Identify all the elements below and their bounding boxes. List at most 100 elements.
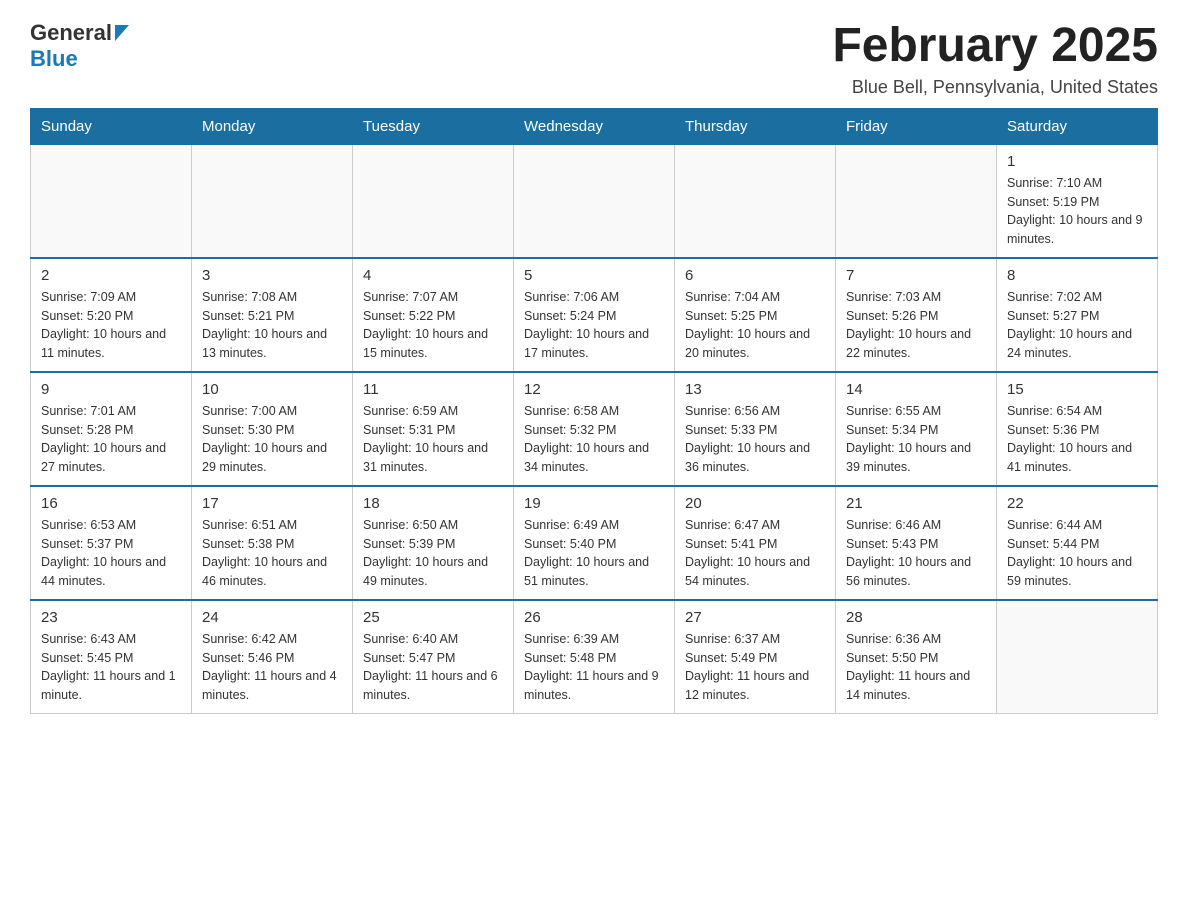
logo-blue-text: Blue [30, 46, 78, 72]
day-number: 25 [363, 609, 503, 626]
calendar-cell: 7 Sunrise: 7:03 AMSunset: 5:26 PMDaylight… [836, 258, 997, 372]
location-text: Blue Bell, Pennsylvania, United States [832, 77, 1158, 98]
day-info: Sunrise: 6:58 AMSunset: 5:32 PMDaylight:… [524, 402, 664, 477]
calendar-cell: 23 Sunrise: 6:43 AMSunset: 5:45 PMDayligh… [31, 600, 192, 714]
calendar-cell: 8 Sunrise: 7:02 AMSunset: 5:27 PMDaylight… [997, 258, 1158, 372]
day-number: 14 [846, 381, 986, 398]
weekday-header-row: SundayMondayTuesdayWednesdayThursdayFrid… [31, 109, 1158, 144]
calendar-week-row: 23 Sunrise: 6:43 AMSunset: 5:45 PMDayligh… [31, 600, 1158, 714]
day-info: Sunrise: 6:55 AMSunset: 5:34 PMDaylight:… [846, 402, 986, 477]
calendar-week-row: 9Sunrise: 7:01 AMSunset: 5:28 PMDaylight… [31, 372, 1158, 486]
calendar-cell: 15Sunrise: 6:54 AMSunset: 5:36 PMDayligh… [997, 372, 1158, 486]
calendar-cell: 24 Sunrise: 6:42 AMSunset: 5:46 PMDayligh… [192, 600, 353, 714]
weekday-header-tuesday: Tuesday [353, 109, 514, 144]
day-number: 4 [363, 267, 503, 284]
day-info: Sunrise: 7:08 AMSunset: 5:21 PMDaylight:… [202, 288, 342, 363]
calendar-cell [514, 144, 675, 258]
weekday-header-wednesday: Wednesday [514, 109, 675, 144]
calendar-cell: 2 Sunrise: 7:09 AMSunset: 5:20 PMDaylight… [31, 258, 192, 372]
day-number: 24 [202, 609, 342, 626]
day-number: 10 [202, 381, 342, 398]
day-info: Sunrise: 7:04 AMSunset: 5:25 PMDaylight:… [685, 288, 825, 363]
calendar-cell: 16Sunrise: 6:53 AMSunset: 5:37 PMDayligh… [31, 486, 192, 600]
weekday-header-monday: Monday [192, 109, 353, 144]
calendar-cell: 6 Sunrise: 7:04 AMSunset: 5:25 PMDaylight… [675, 258, 836, 372]
day-number: 8 [1007, 267, 1147, 284]
calendar-cell: 27 Sunrise: 6:37 AMSunset: 5:49 PMDayligh… [675, 600, 836, 714]
day-info: Sunrise: 7:03 AMSunset: 5:26 PMDaylight:… [846, 288, 986, 363]
day-number: 2 [41, 267, 181, 284]
day-info: Sunrise: 6:59 AMSunset: 5:31 PMDaylight:… [363, 402, 503, 477]
day-number: 17 [202, 495, 342, 512]
day-info: Sunrise: 7:10 AMSunset: 5:19 PMDaylight:… [1007, 174, 1147, 249]
weekday-header-thursday: Thursday [675, 109, 836, 144]
calendar-cell: 18 Sunrise: 6:50 AMSunset: 5:39 PMDayligh… [353, 486, 514, 600]
day-info: Sunrise: 6:39 AMSunset: 5:48 PMDaylight:… [524, 630, 664, 705]
calendar-cell: 9Sunrise: 7:01 AMSunset: 5:28 PMDaylight… [31, 372, 192, 486]
day-number: 6 [685, 267, 825, 284]
calendar-cell: 25Sunrise: 6:40 AMSunset: 5:47 PMDayligh… [353, 600, 514, 714]
day-info: Sunrise: 6:37 AMSunset: 5:49 PMDaylight:… [685, 630, 825, 705]
day-number: 12 [524, 381, 664, 398]
calendar-cell: 17 Sunrise: 6:51 AMSunset: 5:38 PMDayligh… [192, 486, 353, 600]
calendar-cell: 21 Sunrise: 6:46 AMSunset: 5:43 PMDayligh… [836, 486, 997, 600]
calendar-week-row: 16Sunrise: 6:53 AMSunset: 5:37 PMDayligh… [31, 486, 1158, 600]
day-info: Sunrise: 6:54 AMSunset: 5:36 PMDaylight:… [1007, 402, 1147, 477]
day-number: 1 [1007, 153, 1147, 170]
day-number: 27 [685, 609, 825, 626]
weekday-header-friday: Friday [836, 109, 997, 144]
calendar-cell: 3 Sunrise: 7:08 AMSunset: 5:21 PMDaylight… [192, 258, 353, 372]
day-number: 19 [524, 495, 664, 512]
calendar-cell: 11Sunrise: 6:59 AMSunset: 5:31 PMDayligh… [353, 372, 514, 486]
calendar-cell: 20Sunrise: 6:47 AMSunset: 5:41 PMDayligh… [675, 486, 836, 600]
calendar-cell: 10 Sunrise: 7:00 AMSunset: 5:30 PMDayligh… [192, 372, 353, 486]
calendar-week-row: 1 Sunrise: 7:10 AMSunset: 5:19 PMDaylight… [31, 144, 1158, 258]
day-info: Sunrise: 6:43 AMSunset: 5:45 PMDaylight:… [41, 630, 181, 705]
day-number: 3 [202, 267, 342, 284]
weekday-header-sunday: Sunday [31, 109, 192, 144]
calendar-cell: 1 Sunrise: 7:10 AMSunset: 5:19 PMDaylight… [997, 144, 1158, 258]
day-info: Sunrise: 6:51 AMSunset: 5:38 PMDaylight:… [202, 516, 342, 591]
calendar-cell: 26 Sunrise: 6:39 AMSunset: 5:48 PMDayligh… [514, 600, 675, 714]
day-number: 21 [846, 495, 986, 512]
day-number: 23 [41, 609, 181, 626]
day-info: Sunrise: 6:49 AMSunset: 5:40 PMDaylight:… [524, 516, 664, 591]
title-block: February 2025 Blue Bell, Pennsylvania, U… [832, 20, 1158, 98]
calendar-cell: 19 Sunrise: 6:49 AMSunset: 5:40 PMDayligh… [514, 486, 675, 600]
day-info: Sunrise: 6:50 AMSunset: 5:39 PMDaylight:… [363, 516, 503, 591]
calendar-cell: 4 Sunrise: 7:07 AMSunset: 5:22 PMDaylight… [353, 258, 514, 372]
weekday-header-saturday: Saturday [997, 109, 1158, 144]
calendar-cell: 22Sunrise: 6:44 AMSunset: 5:44 PMDayligh… [997, 486, 1158, 600]
calendar-cell [353, 144, 514, 258]
logo: General Blue [30, 20, 129, 72]
calendar-cell [836, 144, 997, 258]
day-info: Sunrise: 6:56 AMSunset: 5:33 PMDaylight:… [685, 402, 825, 477]
day-number: 18 [363, 495, 503, 512]
calendar-cell: 28 Sunrise: 6:36 AMSunset: 5:50 PMDayligh… [836, 600, 997, 714]
calendar-cell [675, 144, 836, 258]
day-info: Sunrise: 7:09 AMSunset: 5:20 PMDaylight:… [41, 288, 181, 363]
day-info: Sunrise: 7:07 AMSunset: 5:22 PMDaylight:… [363, 288, 503, 363]
calendar-week-row: 2 Sunrise: 7:09 AMSunset: 5:20 PMDaylight… [31, 258, 1158, 372]
logo-general-text: General [30, 20, 112, 46]
logo-arrow-icon [115, 25, 129, 41]
day-info: Sunrise: 7:06 AMSunset: 5:24 PMDaylight:… [524, 288, 664, 363]
calendar-cell: 5 Sunrise: 7:06 AMSunset: 5:24 PMDaylight… [514, 258, 675, 372]
calendar-cell: 14 Sunrise: 6:55 AMSunset: 5:34 PMDayligh… [836, 372, 997, 486]
day-info: Sunrise: 6:46 AMSunset: 5:43 PMDaylight:… [846, 516, 986, 591]
month-title: February 2025 [832, 20, 1158, 73]
calendar-cell [192, 144, 353, 258]
day-info: Sunrise: 6:36 AMSunset: 5:50 PMDaylight:… [846, 630, 986, 705]
day-info: Sunrise: 7:00 AMSunset: 5:30 PMDaylight:… [202, 402, 342, 477]
day-number: 26 [524, 609, 664, 626]
day-number: 7 [846, 267, 986, 284]
day-number: 5 [524, 267, 664, 284]
day-number: 20 [685, 495, 825, 512]
day-info: Sunrise: 6:42 AMSunset: 5:46 PMDaylight:… [202, 630, 342, 705]
day-info: Sunrise: 7:02 AMSunset: 5:27 PMDaylight:… [1007, 288, 1147, 363]
day-number: 13 [685, 381, 825, 398]
calendar-cell [997, 600, 1158, 714]
day-number: 28 [846, 609, 986, 626]
day-info: Sunrise: 7:01 AMSunset: 5:28 PMDaylight:… [41, 402, 181, 477]
page-header: General Blue February 2025 Blue Bell, Pe… [30, 20, 1158, 98]
